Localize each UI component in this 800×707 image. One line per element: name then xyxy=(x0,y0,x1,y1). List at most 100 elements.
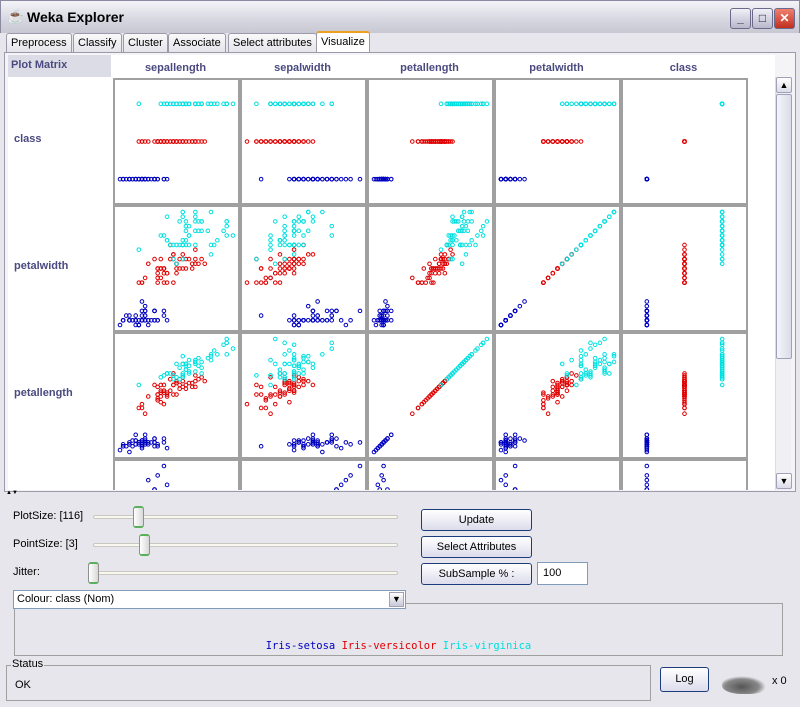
plotsize-slider-thumb[interactable] xyxy=(133,506,144,528)
tab-preprocess[interactable]: Preprocess xyxy=(6,33,72,52)
scatter-cell-sepalwidth-vs-class[interactable] xyxy=(621,459,748,490)
data-point xyxy=(602,355,607,361)
data-point xyxy=(282,270,287,276)
subsample-percent-input[interactable]: 100 xyxy=(537,562,588,585)
tab-select-attributes[interactable]: Select attributes xyxy=(228,33,317,52)
scatter-cell-sepalwidth-vs-petallength[interactable] xyxy=(367,459,494,490)
scatter-cell-petallength-vs-sepallength[interactable] xyxy=(113,332,240,459)
scatter-cell-class-vs-sepalwidth[interactable] xyxy=(240,78,367,205)
scroll-thumb[interactable] xyxy=(776,94,792,359)
scatter-cell-class-vs-petalwidth[interactable] xyxy=(494,78,621,205)
jitter-slider-thumb[interactable] xyxy=(88,562,99,584)
data-point xyxy=(334,436,339,441)
data-point xyxy=(463,223,469,229)
scatter-cell-petalwidth-vs-petalwidth[interactable] xyxy=(494,205,621,332)
chevron-down-icon[interactable]: ▼ xyxy=(389,592,404,607)
data-point xyxy=(583,237,589,243)
legend-setosa[interactable]: Iris-setosa xyxy=(266,640,336,652)
java-cup-icon: ☕ xyxy=(7,8,25,24)
data-point xyxy=(174,270,179,276)
data-point xyxy=(550,378,556,384)
data-point xyxy=(277,375,283,380)
data-point xyxy=(329,313,335,318)
data-point xyxy=(569,139,574,144)
data-point xyxy=(719,223,725,229)
data-point xyxy=(152,308,157,314)
update-button[interactable]: Update xyxy=(421,509,532,531)
data-point xyxy=(142,411,148,416)
data-point xyxy=(305,101,311,107)
scatter-plot xyxy=(244,209,363,328)
scatter-cell-petalwidth-vs-petallength[interactable] xyxy=(367,205,494,332)
data-point xyxy=(301,261,306,267)
select-attributes-button[interactable]: Select Attributes xyxy=(421,536,532,558)
data-point xyxy=(338,445,344,451)
data-point xyxy=(268,382,273,388)
data-point xyxy=(541,139,546,144)
scroll-down-button[interactable]: ▼ xyxy=(776,473,792,489)
scatter-cell-petallength-vs-petallength[interactable] xyxy=(367,332,494,459)
scatter-cell-class-vs-class[interactable] xyxy=(621,78,748,205)
data-point xyxy=(320,449,325,455)
subsample-button[interactable]: SubSample % : xyxy=(421,563,532,585)
data-point xyxy=(522,299,527,304)
scatter-cell-sepalwidth-vs-sepalwidth[interactable] xyxy=(240,459,367,490)
data-point xyxy=(459,214,465,220)
scroll-up-button[interactable]: ▲ xyxy=(776,77,792,93)
data-point xyxy=(329,340,335,346)
tab-visualize[interactable]: Visualize xyxy=(316,31,370,53)
scatter-cell-petalwidth-vs-class[interactable] xyxy=(621,205,748,332)
pointsize-slider-thumb[interactable] xyxy=(139,534,150,556)
data-point xyxy=(155,270,160,276)
data-point xyxy=(142,303,148,309)
data-point xyxy=(559,384,565,390)
scatter-cell-petallength-vs-petalwidth[interactable] xyxy=(494,332,621,459)
data-point xyxy=(498,447,504,453)
data-point xyxy=(272,361,278,367)
data-point xyxy=(291,252,297,257)
data-point xyxy=(254,139,259,144)
data-point xyxy=(272,401,278,407)
data-point xyxy=(438,252,444,257)
scatter-cell-petalwidth-vs-sepalwidth[interactable] xyxy=(240,205,367,332)
data-point xyxy=(644,432,650,438)
scatter-cell-class-vs-sepallength[interactable] xyxy=(113,78,240,205)
data-point xyxy=(193,369,198,374)
data-point xyxy=(484,336,490,342)
split-divider[interactable]: ▲▼ xyxy=(6,490,794,496)
data-point xyxy=(296,256,302,262)
data-point xyxy=(287,442,292,447)
data-point xyxy=(199,256,204,262)
data-point xyxy=(268,242,273,248)
close-button[interactable]: ✕ xyxy=(774,8,795,29)
scatter-cell-petalwidth-vs-sepallength[interactable] xyxy=(113,205,240,332)
data-point xyxy=(155,473,160,478)
data-point xyxy=(155,384,160,390)
scatter-cell-sepalwidth-vs-sepallength[interactable] xyxy=(113,459,240,490)
column-header-petalwidth: petalwidth xyxy=(529,62,584,74)
data-point xyxy=(644,463,650,469)
tab-cluster[interactable]: Cluster xyxy=(123,33,168,52)
tab-associate[interactable]: Associate xyxy=(168,33,226,52)
scatter-cell-petallength-vs-class[interactable] xyxy=(621,332,748,459)
data-point xyxy=(465,228,471,234)
legend-versicolor[interactable]: Iris-versicolor xyxy=(342,640,437,652)
jitter-slider[interactable] xyxy=(93,571,398,575)
tab-classify[interactable]: Classify xyxy=(73,33,122,52)
scatter-cell-class-vs-petallength[interactable] xyxy=(367,78,494,205)
scatter-cell-sepalwidth-vs-petalwidth[interactable] xyxy=(494,459,621,490)
scatter-cell-petallength-vs-sepalwidth[interactable] xyxy=(240,332,367,459)
legend-virginica[interactable]: Iris-virginica xyxy=(443,640,532,652)
data-point xyxy=(388,432,394,438)
data-point xyxy=(291,101,297,107)
colour-attribute-select[interactable]: Colour: class (Nom) ▼ xyxy=(13,590,406,609)
status-title: Status xyxy=(11,658,45,670)
data-point xyxy=(644,303,650,309)
data-point xyxy=(644,477,650,483)
data-point xyxy=(438,101,444,107)
log-button[interactable]: Log xyxy=(660,667,709,692)
data-point xyxy=(272,336,278,342)
vertical-scrollbar[interactable]: ▲ ▼ xyxy=(775,77,792,490)
minimize-button[interactable]: _ xyxy=(730,8,751,29)
maximize-button[interactable]: □ xyxy=(752,8,773,29)
